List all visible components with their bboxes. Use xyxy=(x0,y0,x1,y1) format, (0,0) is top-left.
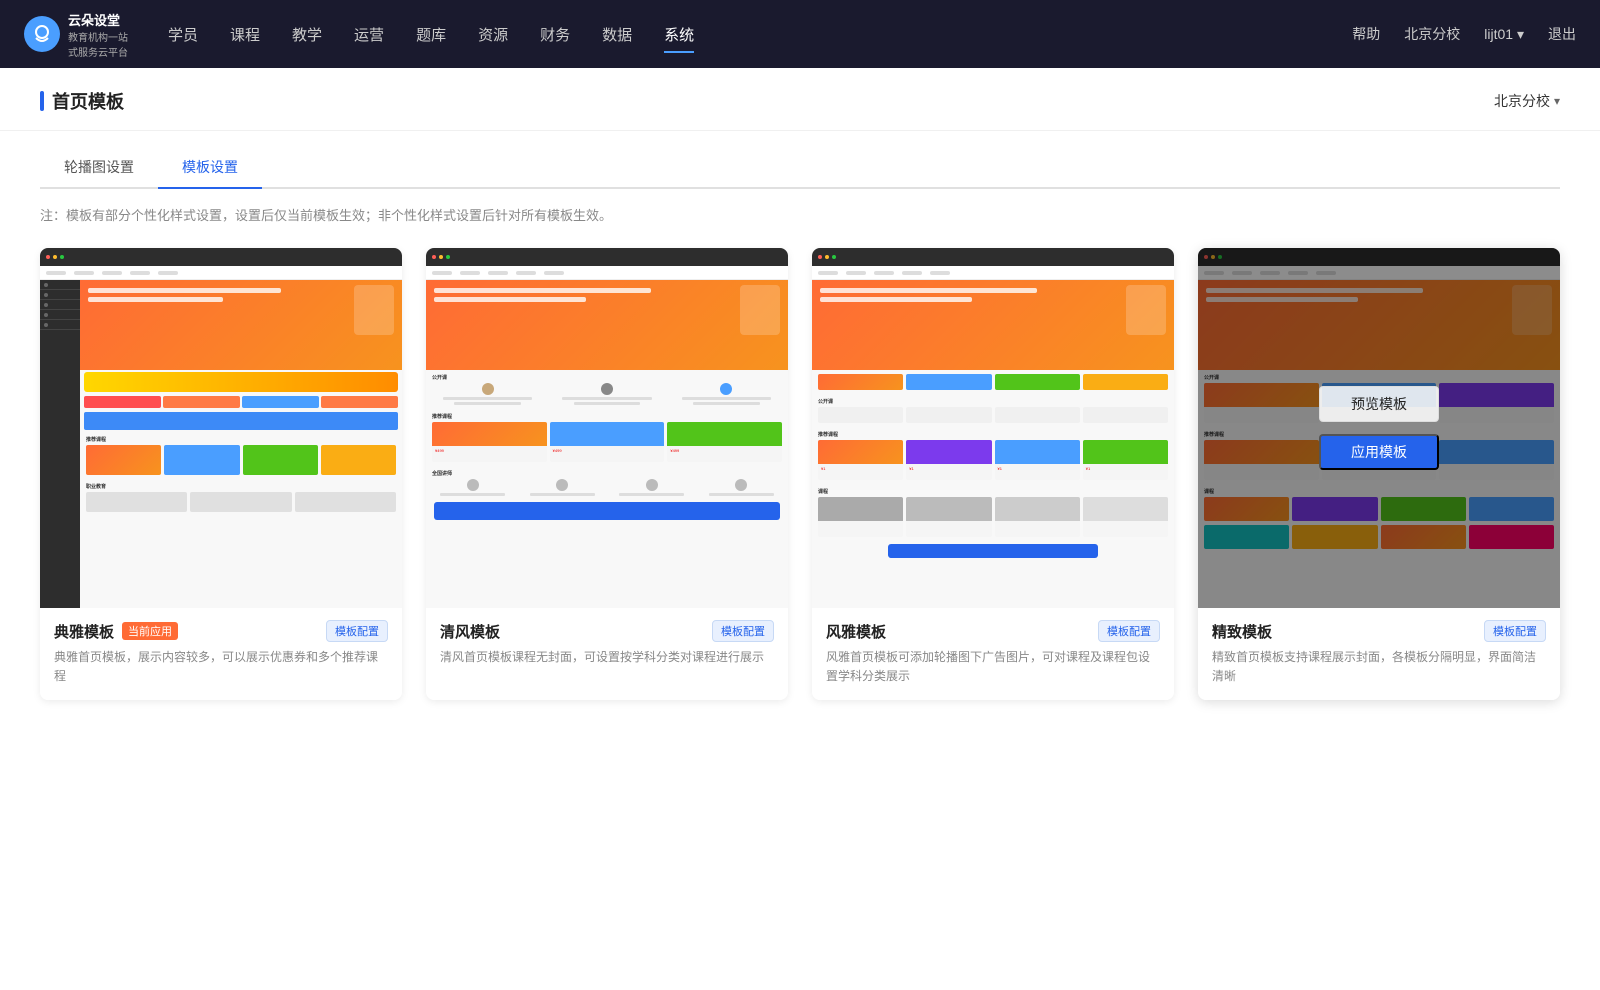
template-name-refined: 精致模板 xyxy=(1212,621,1272,642)
logout-link[interactable]: 退出 xyxy=(1548,24,1576,44)
card-preview-elegant: 推荐课程 职业教育 xyxy=(40,248,402,608)
page-title-bar xyxy=(40,91,44,111)
card-desc-fresh: 清风首页模板课程无封面，可设置按学科分类对课程进行展示 xyxy=(440,648,774,667)
page-header: 首页模板 北京分校 ▾ xyxy=(0,68,1600,131)
template-grid: 推荐课程 职业教育 xyxy=(0,240,1600,740)
template-card-elegant2: 公开课 推荐课程 ¥1 xyxy=(812,248,1174,700)
page-title: 首页模板 xyxy=(52,88,124,114)
nav-item-system[interactable]: 系统 xyxy=(664,20,694,49)
template-name-elegant2: 风雅模板 xyxy=(826,621,886,642)
card-footer-elegant2: 风雅模板 模板配置 风雅首页模板可添加轮播图下广告图片，可对课程及课程包设置学科… xyxy=(812,608,1174,700)
nav-logo: 云朵设堂 教育机构一站 式服务云平台 xyxy=(24,10,128,59)
badge-current-elegant: 当前应用 xyxy=(122,622,178,640)
nav-item-resources[interactable]: 资源 xyxy=(478,20,508,49)
nav-item-courses[interactable]: 课程 xyxy=(230,20,260,49)
template-card-refined: 公开课 推荐课程 xyxy=(1198,248,1560,700)
card-overlay: 预览模板 应用模板 xyxy=(1198,248,1560,608)
card-desc-refined: 精致首页模板支持课程展示封面，各模板分隔明显，界面简洁清晰 xyxy=(1212,648,1546,686)
note-bar: 注：模板有部分个性化样式设置，设置后仅当前模板生效；非个性化样式设置后针对所有模… xyxy=(0,189,1600,240)
nav-item-students[interactable]: 学员 xyxy=(168,20,198,49)
page-title-wrapper: 首页模板 xyxy=(40,88,124,114)
template-name-fresh: 清风模板 xyxy=(440,621,500,642)
nav-right: 帮助 北京分校 lijt01 ▾ 退出 xyxy=(1352,24,1576,44)
nav-item-questions[interactable]: 题库 xyxy=(416,20,446,49)
card-preview-fresh: 公开课 xyxy=(426,248,788,608)
nav-item-finance[interactable]: 财务 xyxy=(540,20,570,49)
nav-menu: 学员 课程 教学 运营 题库 资源 财务 数据 系统 xyxy=(168,20,1352,49)
config-btn-refined[interactable]: 模板配置 xyxy=(1484,620,1546,642)
template-card-elegant: 推荐课程 职业教育 xyxy=(40,248,402,700)
nav-item-teaching[interactable]: 教学 xyxy=(292,20,322,49)
chevron-down-icon: ▾ xyxy=(1554,94,1560,108)
tab-template[interactable]: 模板设置 xyxy=(158,147,262,189)
card-preview-elegant2: 公开课 推荐课程 ¥1 xyxy=(812,248,1174,608)
logo-icon xyxy=(24,16,60,52)
card-desc-elegant2: 风雅首页模板可添加轮播图下广告图片，可对课程及课程包设置学科分类展示 xyxy=(826,648,1160,686)
card-preview-refined: 公开课 推荐课程 xyxy=(1198,248,1560,608)
config-btn-elegant2[interactable]: 模板配置 xyxy=(1098,620,1160,642)
template-card-fresh: 公开课 xyxy=(426,248,788,700)
nav-item-operations[interactable]: 运营 xyxy=(354,20,384,49)
navbar: 云朵设堂 教育机构一站 式服务云平台 学员 课程 教学 运营 题库 资源 财务 … xyxy=(0,0,1600,68)
apply-template-btn[interactable]: 应用模板 xyxy=(1319,434,1439,470)
tabs: 轮播图设置 模板设置 xyxy=(40,147,1560,189)
nav-item-data[interactable]: 数据 xyxy=(602,20,632,49)
branch-link[interactable]: 北京分校 xyxy=(1404,24,1460,44)
user-menu[interactable]: lijt01 ▾ xyxy=(1484,26,1524,43)
card-footer-fresh: 清风模板 模板配置 清风首页模板课程无封面，可设置按学科分类对课程进行展示 xyxy=(426,608,788,681)
tabs-wrapper: 轮播图设置 模板设置 xyxy=(0,131,1600,189)
help-link[interactable]: 帮助 xyxy=(1352,24,1380,44)
config-btn-fresh[interactable]: 模板配置 xyxy=(712,620,774,642)
card-footer-refined: 精致模板 模板配置 精致首页模板支持课程展示封面，各模板分隔明显，界面简洁清晰 xyxy=(1198,608,1560,700)
logo-text: 云朵设堂 教育机构一站 式服务云平台 xyxy=(68,10,128,59)
template-name-elegant: 典雅模板 xyxy=(54,621,114,642)
config-btn-elegant[interactable]: 模板配置 xyxy=(326,620,388,642)
preview-template-btn[interactable]: 预览模板 xyxy=(1319,386,1439,422)
page-content: 首页模板 北京分校 ▾ 轮播图设置 模板设置 注：模板有部分个性化样式设置，设置… xyxy=(0,68,1600,990)
tab-carousel[interactable]: 轮播图设置 xyxy=(40,147,158,189)
card-desc-elegant: 典雅首页模板，展示内容较多，可以展示优惠券和多个推荐课程 xyxy=(54,648,388,686)
card-footer-elegant: 典雅模板 当前应用 模板配置 典雅首页模板，展示内容较多，可以展示优惠券和多个推… xyxy=(40,608,402,700)
branch-selector[interactable]: 北京分校 ▾ xyxy=(1494,91,1560,111)
